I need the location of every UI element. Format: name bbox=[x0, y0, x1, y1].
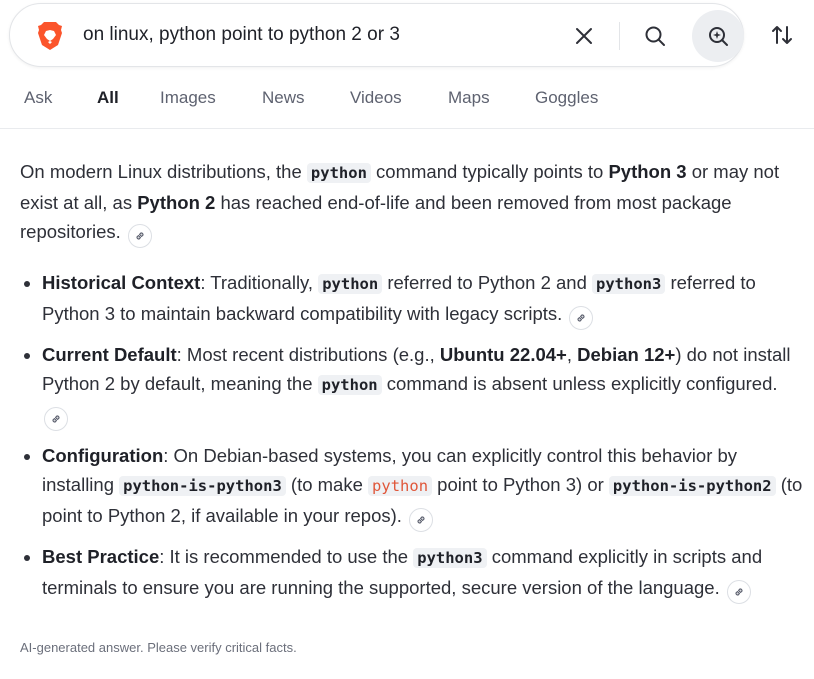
link-icon bbox=[577, 314, 586, 322]
citation-link[interactable] bbox=[127, 224, 152, 248]
answer-intro: On modern Linux distributions, the pytho… bbox=[20, 157, 806, 248]
code-python: python bbox=[318, 274, 383, 294]
code-python-is-python2: python-is-python2 bbox=[608, 476, 776, 496]
tab-images[interactable]: Images bbox=[160, 88, 216, 108]
bullet-title: Configuration bbox=[42, 445, 164, 466]
bullet-text: , bbox=[566, 344, 578, 365]
bold-python3: Python 3 bbox=[608, 161, 687, 182]
sort-filter-icon bbox=[772, 26, 792, 44]
search-bar[interactable]: on linux, python point to python 2 or 3 bbox=[9, 3, 744, 67]
ai-sparkle-search-icon bbox=[709, 27, 728, 46]
ai-disclaimer: AI-generated answer. Please verify criti… bbox=[20, 640, 297, 655]
link-icon bbox=[735, 588, 743, 596]
bullet-title: Best Practice bbox=[42, 546, 160, 567]
bold-ubuntu: Ubuntu 22.04+ bbox=[439, 344, 567, 365]
list-item: Current Default: Most recent distributio… bbox=[42, 340, 806, 431]
bullet-text: : Traditionally, bbox=[200, 272, 319, 293]
list-item: Configuration: On Debian-based systems, … bbox=[42, 441, 806, 532]
code-python-accent: python bbox=[368, 476, 433, 496]
bullet-title: Current Default bbox=[42, 344, 177, 365]
search-divider bbox=[619, 22, 620, 50]
code-python: python bbox=[317, 375, 382, 395]
list-item: Historical Context: Traditionally, pytho… bbox=[42, 268, 806, 330]
clear-search-button[interactable] bbox=[569, 21, 599, 51]
list-item: Best Practice: It is recommended to use … bbox=[42, 542, 806, 604]
code-python: python bbox=[306, 163, 371, 183]
search-header: on linux, python point to python 2 or 3 bbox=[0, 0, 814, 129]
bullet-text: : It is recommended to use the bbox=[159, 546, 414, 567]
citation-link[interactable] bbox=[569, 306, 594, 330]
search-icon bbox=[645, 26, 665, 46]
citation-link[interactable] bbox=[409, 508, 434, 532]
tab-news[interactable]: News bbox=[262, 88, 305, 108]
close-icon bbox=[576, 28, 592, 44]
bold-debian: Debian 12+ bbox=[577, 344, 676, 365]
ai-answer-button[interactable] bbox=[692, 10, 744, 62]
bullet-text: referred to Python 2 and bbox=[382, 272, 593, 293]
bullet-text: command is absent unless explicitly conf… bbox=[381, 373, 778, 394]
ai-answer: On modern Linux distributions, the pytho… bbox=[20, 157, 806, 614]
bullet-title: Historical Context bbox=[42, 272, 201, 293]
intro-text: On modern Linux distributions, the bbox=[20, 161, 307, 182]
search-button[interactable] bbox=[640, 21, 670, 51]
bullet-text: (to make bbox=[285, 474, 369, 495]
link-icon bbox=[52, 415, 60, 423]
intro-text: command typically points to bbox=[370, 161, 609, 182]
link-icon bbox=[417, 516, 425, 524]
tab-ask[interactable]: Ask bbox=[24, 88, 52, 108]
code-python3: python3 bbox=[592, 274, 666, 294]
code-python-is-python3: python-is-python3 bbox=[119, 476, 286, 496]
search-input[interactable]: on linux, python point to python 2 or 3 bbox=[83, 24, 400, 46]
brave-logo-icon[interactable] bbox=[37, 21, 63, 51]
tab-goggles[interactable]: Goggles bbox=[535, 88, 598, 108]
citation-link[interactable] bbox=[44, 407, 68, 431]
citation-link[interactable] bbox=[726, 580, 751, 604]
tab-maps[interactable]: Maps bbox=[448, 88, 490, 108]
tab-all[interactable]: All bbox=[97, 88, 119, 108]
tab-videos[interactable]: Videos bbox=[350, 88, 402, 108]
bold-python2: Python 2 bbox=[137, 192, 216, 213]
code-python3: python3 bbox=[413, 548, 487, 568]
answer-bullet-list: Historical Context: Traditionally, pytho… bbox=[20, 268, 806, 604]
bullet-text: point to Python 3) or bbox=[432, 474, 609, 495]
link-icon bbox=[136, 232, 144, 240]
settings-button[interactable] bbox=[767, 20, 797, 50]
bullet-text: : Most recent distributions (e.g., bbox=[176, 344, 440, 365]
